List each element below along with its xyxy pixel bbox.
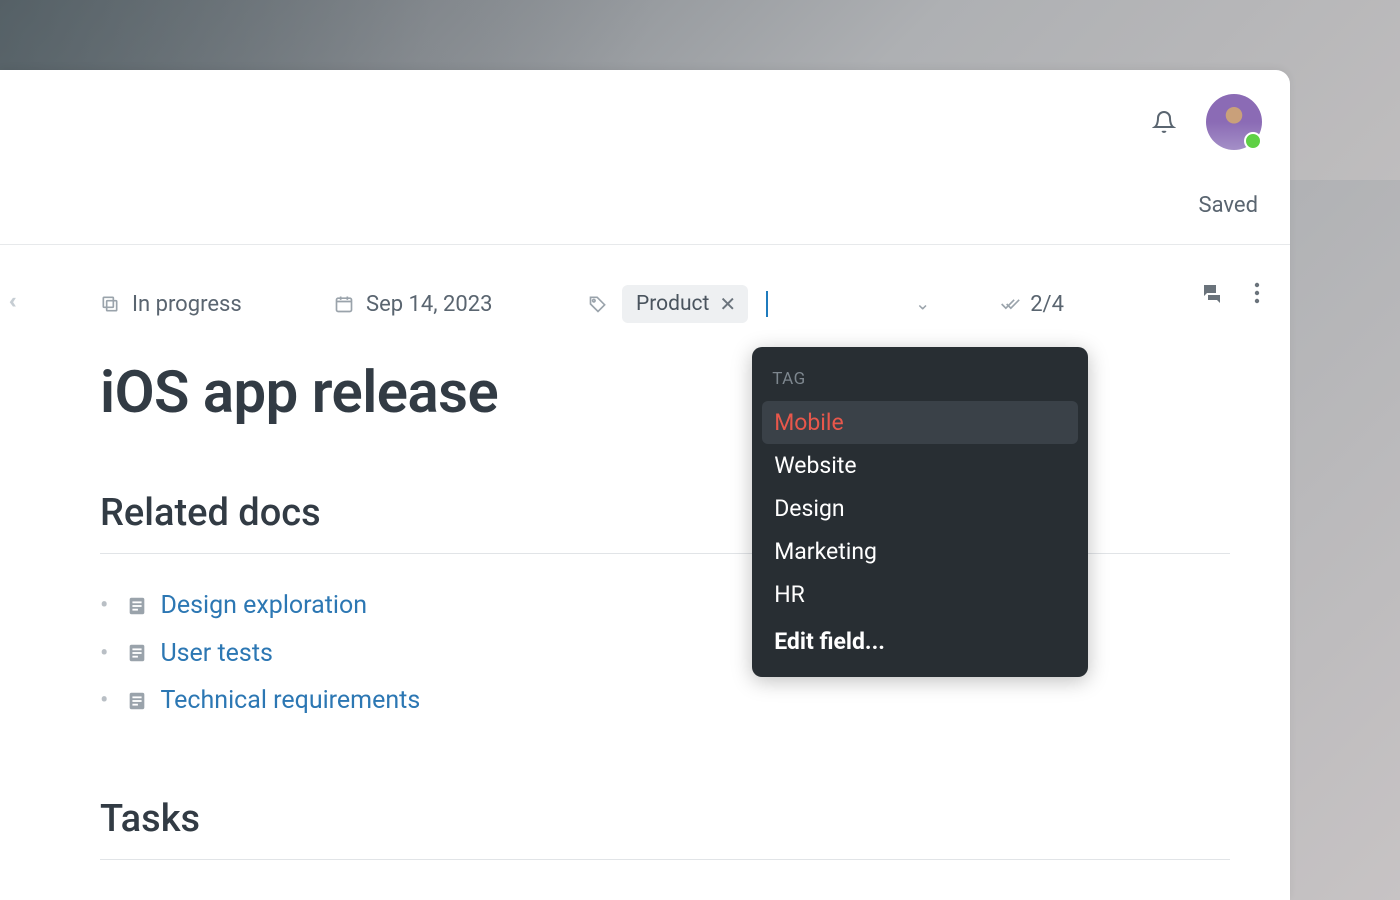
tasks-progress-value: 2/4	[1030, 292, 1064, 317]
status-icon	[100, 294, 120, 314]
tag-remove-icon[interactable]: ✕	[719, 294, 736, 314]
dropdown-item-mobile[interactable]: Mobile	[762, 401, 1078, 444]
topbar: Saved	[0, 70, 1290, 245]
dropdown-edit-field[interactable]: Edit field...	[762, 620, 1078, 663]
content-area: ‹‹ In progress Sep	[0, 245, 1290, 860]
notifications-icon[interactable]	[1152, 110, 1176, 134]
comments-icon[interactable]	[1200, 281, 1224, 305]
dropdown-item-hr[interactable]: HR	[762, 573, 1078, 616]
date-value: Sep 14, 2023	[366, 292, 493, 317]
date-field[interactable]: Sep 14, 2023	[334, 292, 584, 317]
tag-chip-product: Product ✕	[622, 285, 748, 323]
section-tasks[interactable]: Tasks	[100, 797, 1230, 860]
text-cursor	[766, 291, 768, 317]
save-status: Saved	[1199, 193, 1258, 218]
more-menu-icon[interactable]	[1254, 281, 1260, 305]
double-check-icon	[1000, 294, 1020, 314]
avatar[interactable]	[1206, 94, 1262, 150]
document-icon	[126, 690, 148, 712]
dropdown-item-design[interactable]: Design	[762, 487, 1078, 530]
tags-field: Product ✕ ⌄ TAG Mobile Website Design Ma…	[588, 285, 936, 323]
document-icon	[126, 642, 148, 664]
chevron-down-icon[interactable]: ⌄	[915, 294, 930, 315]
document-panel: Saved ‹‹ In progress	[0, 70, 1290, 900]
document-icon	[126, 595, 148, 617]
doc-link[interactable]: User tests	[160, 630, 272, 678]
tag-dropdown: TAG Mobile Website Design Marketing HR E…	[752, 347, 1088, 677]
tag-input[interactable]: ⌄ TAG Mobile Website Design Marketing HR…	[762, 287, 936, 321]
doc-link[interactable]: Design exploration	[160, 582, 367, 630]
dropdown-item-website[interactable]: Website	[762, 444, 1078, 487]
doc-link[interactable]: Technical requirements	[160, 677, 420, 725]
list-item: Technical requirements	[100, 677, 1230, 725]
tag-chip-label: Product	[636, 292, 709, 316]
status-field[interactable]: In progress	[100, 292, 330, 317]
tag-icon	[588, 294, 608, 314]
calendar-icon	[334, 294, 354, 314]
dropdown-header: TAG	[762, 365, 1078, 401]
tasks-progress-field[interactable]: 2/4	[1000, 292, 1064, 317]
status-value: In progress	[132, 292, 242, 317]
dropdown-item-marketing[interactable]: Marketing	[762, 530, 1078, 573]
meta-row: In progress Sep 14, 2023 Product ✕	[100, 285, 1230, 323]
